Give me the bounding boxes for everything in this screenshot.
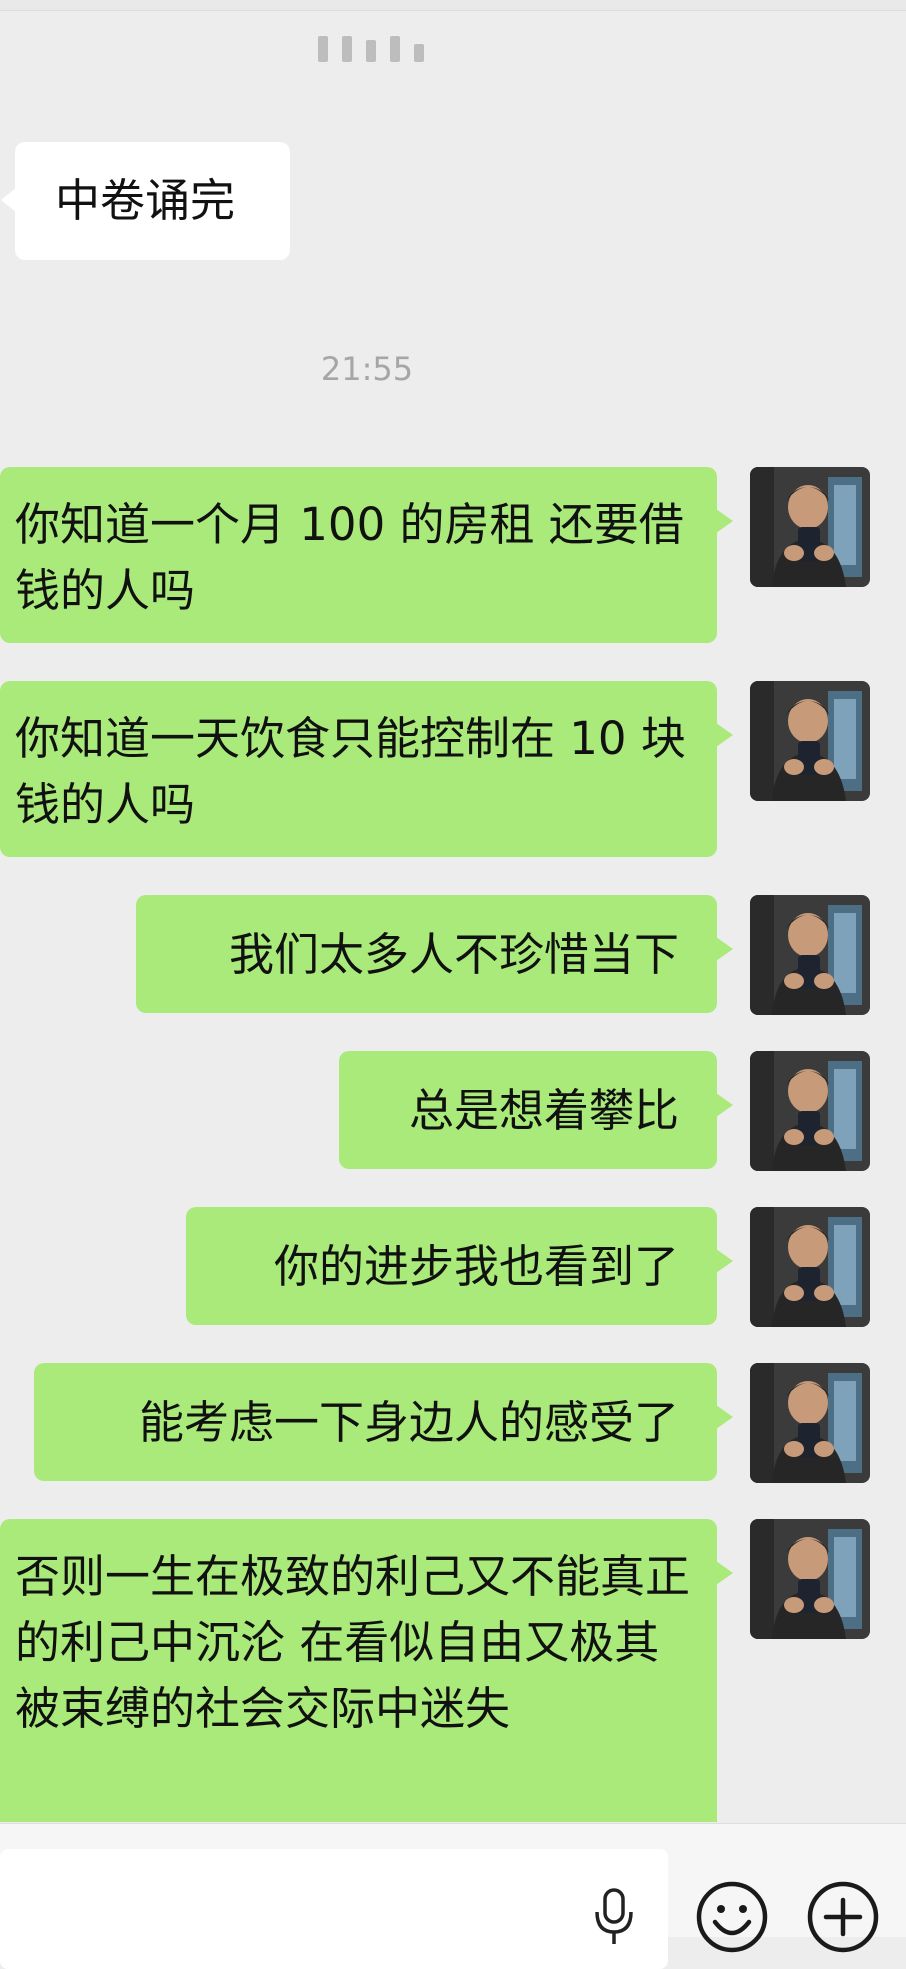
avatar[interactable] [750, 895, 870, 1015]
message-text: 能考虑一下身边人的感受了 [138, 1396, 679, 1449]
message-sent[interactable]: 你的进步我也看到了 [186, 1207, 733, 1325]
message-sent[interactable]: 我们太多人不珍惜当下 [136, 895, 733, 1013]
message-text: 你知道一天饮食只能控制在 10 块钱的人吗 [15, 712, 686, 831]
avatar-photo [750, 681, 870, 801]
avatar[interactable] [750, 1207, 870, 1327]
message-text: 否则一生在极致的利己又不能真正的利己中沉沦 在看似自由又极其被束缚的社会交际中迷… [15, 1550, 691, 1735]
avatar[interactable] [750, 681, 870, 801]
avatar[interactable] [750, 1051, 870, 1171]
avatar[interactable] [750, 467, 870, 587]
avatar[interactable] [750, 1363, 870, 1483]
message-sent[interactable]: 能考虑一下身边人的感受了 [34, 1363, 733, 1481]
avatar-photo [750, 895, 870, 1015]
message-text: 你知道一个月 100 的房租 还要借钱的人吗 [15, 498, 684, 617]
avatar-photo [750, 1051, 870, 1171]
chat-input-bar [0, 1823, 906, 1969]
top-status-strip [0, 0, 906, 11]
avatar-photo [750, 1363, 870, 1483]
message-received[interactable]: 中卷诵完 [1, 142, 290, 260]
avatar-photo [750, 1207, 870, 1327]
avatar[interactable] [750, 1519, 870, 1639]
microphone-icon[interactable] [592, 1888, 636, 1948]
message-input[interactable] [0, 1849, 668, 1969]
message-sent[interactable]: 总是想着攀比 [339, 1051, 733, 1169]
plus-icon[interactable] [806, 1880, 880, 1954]
message-text: 总是想着攀比 [408, 1084, 679, 1137]
avatar-photo [750, 467, 870, 587]
message-sent[interactable]: 否则一生在极致的利己又不能真正的利己中沉沦 在看似自由又极其被束缚的社会交际中迷… [0, 1519, 733, 1822]
loading-indicator [318, 36, 424, 62]
emoji-icon[interactable] [695, 1880, 769, 1954]
avatar-photo [750, 1519, 870, 1639]
message-text: 中卷诵完 [55, 174, 236, 227]
message-sent[interactable]: 你知道一天饮食只能控制在 10 块钱的人吗 [0, 681, 733, 857]
message-sent[interactable]: 你知道一个月 100 的房租 还要借钱的人吗 [0, 467, 733, 643]
message-text: 你的进步我也看到了 [273, 1240, 679, 1293]
message-timestamp: 21:55 [320, 350, 414, 388]
message-text: 我们太多人不珍惜当下 [228, 928, 679, 981]
